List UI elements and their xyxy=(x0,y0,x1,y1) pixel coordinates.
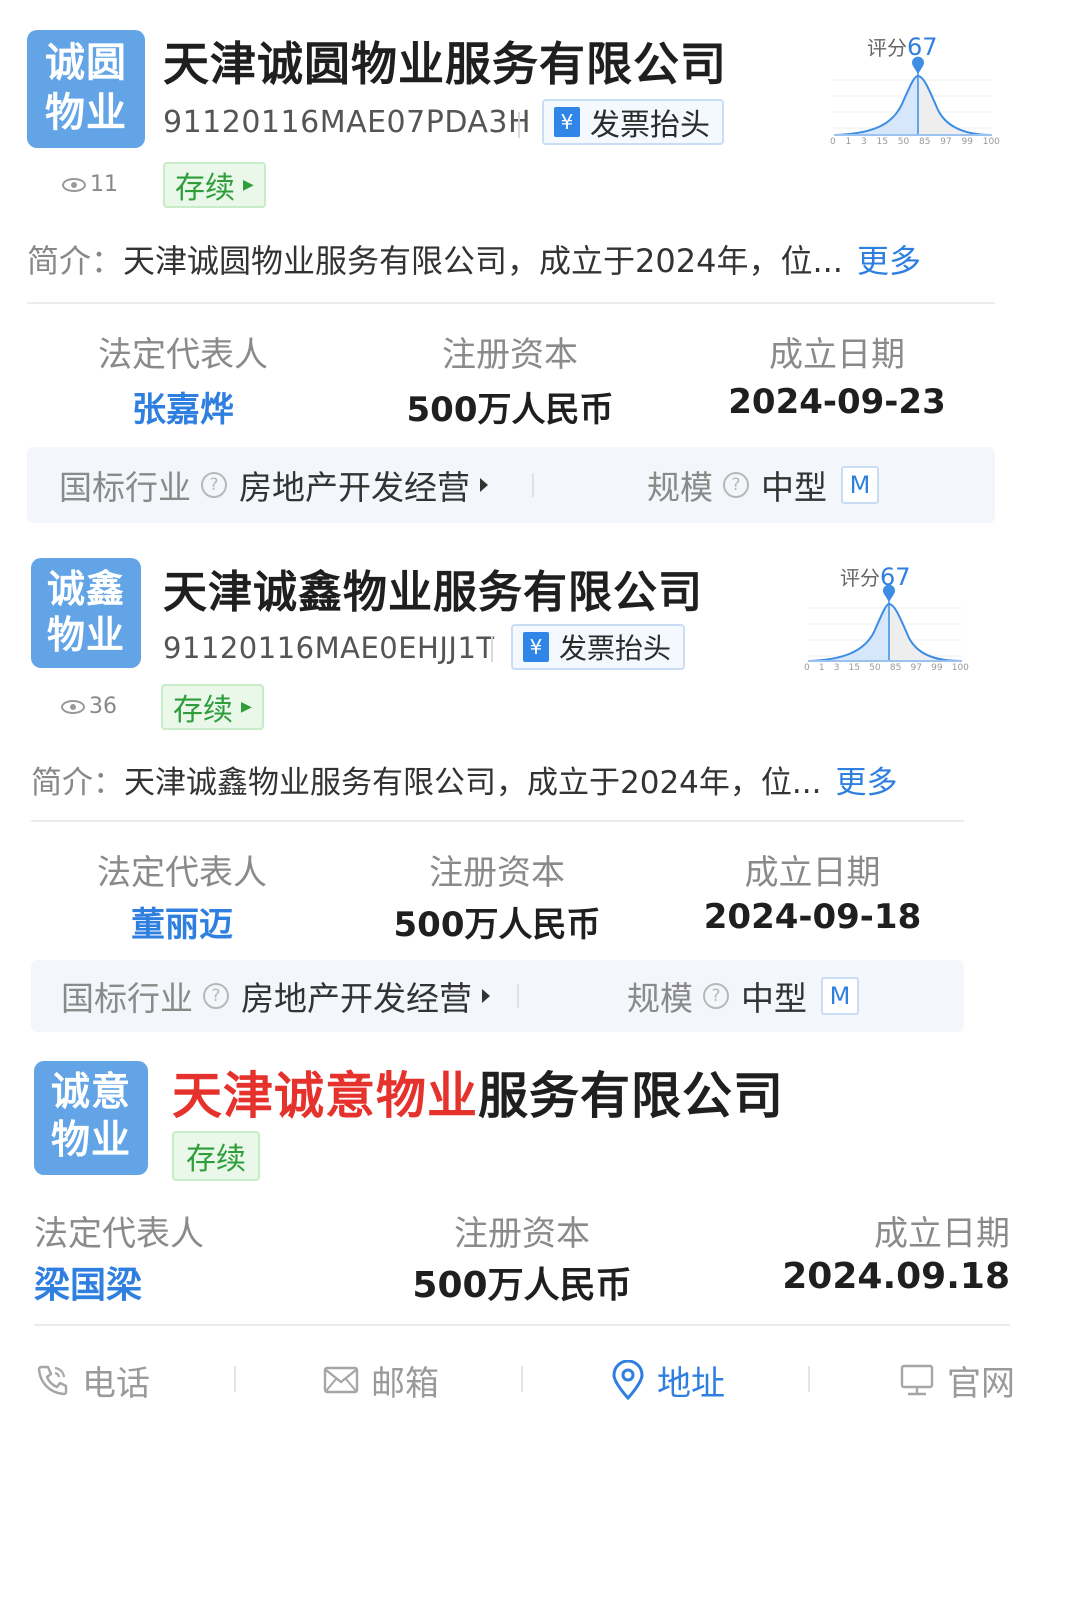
company-card-3[interactable]: 诚意 物业 天津诚意物业服务有限公司 存续 法定代表人 梁国梁 注册资本 500… xyxy=(0,0,1080,1420)
founded-date: 2024.09.18 xyxy=(782,1256,1010,1297)
mail-icon xyxy=(323,1366,359,1394)
divider xyxy=(234,1366,236,1392)
company-logo: 诚意 物业 xyxy=(34,1061,148,1175)
email-button[interactable]: 邮箱 xyxy=(323,1350,439,1410)
capital-value: 500万人民币 xyxy=(412,1265,632,1306)
legal-rep-link[interactable]: 梁国梁 xyxy=(34,1256,142,1308)
logo-line-2: 物业 xyxy=(50,1118,131,1163)
founded-label: 成立日期 xyxy=(874,1214,1010,1254)
divider xyxy=(521,1366,523,1392)
phone-label: 电话 xyxy=(82,1363,150,1404)
address-button[interactable]: 地址 xyxy=(611,1350,725,1410)
monitor-icon xyxy=(900,1364,934,1396)
company-name[interactable]: 天津诚意物业服务有限公司 xyxy=(172,1056,784,1128)
company-name-rest: 服务有限公司 xyxy=(478,1067,784,1125)
divider xyxy=(34,1324,1010,1326)
email-label: 邮箱 xyxy=(371,1363,439,1404)
company-name-highlight: 天津诚意物业 xyxy=(172,1067,478,1125)
legal-rep-label: 法定代表人 xyxy=(34,1214,204,1254)
logo-line-1: 诚意 xyxy=(50,1070,131,1115)
phone-button[interactable]: 电话 xyxy=(34,1350,150,1410)
website-label: 官网 xyxy=(947,1363,1015,1404)
contact-action-bar: 电话 邮箱 地址 官网 xyxy=(0,1350,1080,1410)
status-badge[interactable]: 存续 xyxy=(172,1131,260,1181)
website-button[interactable]: 官网 xyxy=(899,1350,1015,1410)
location-icon xyxy=(612,1360,644,1400)
address-label: 地址 xyxy=(657,1363,725,1404)
status-label: 存续 xyxy=(186,1142,246,1177)
phone-icon xyxy=(37,1365,68,1396)
divider xyxy=(808,1366,810,1392)
capital-label: 注册资本 xyxy=(454,1214,590,1254)
